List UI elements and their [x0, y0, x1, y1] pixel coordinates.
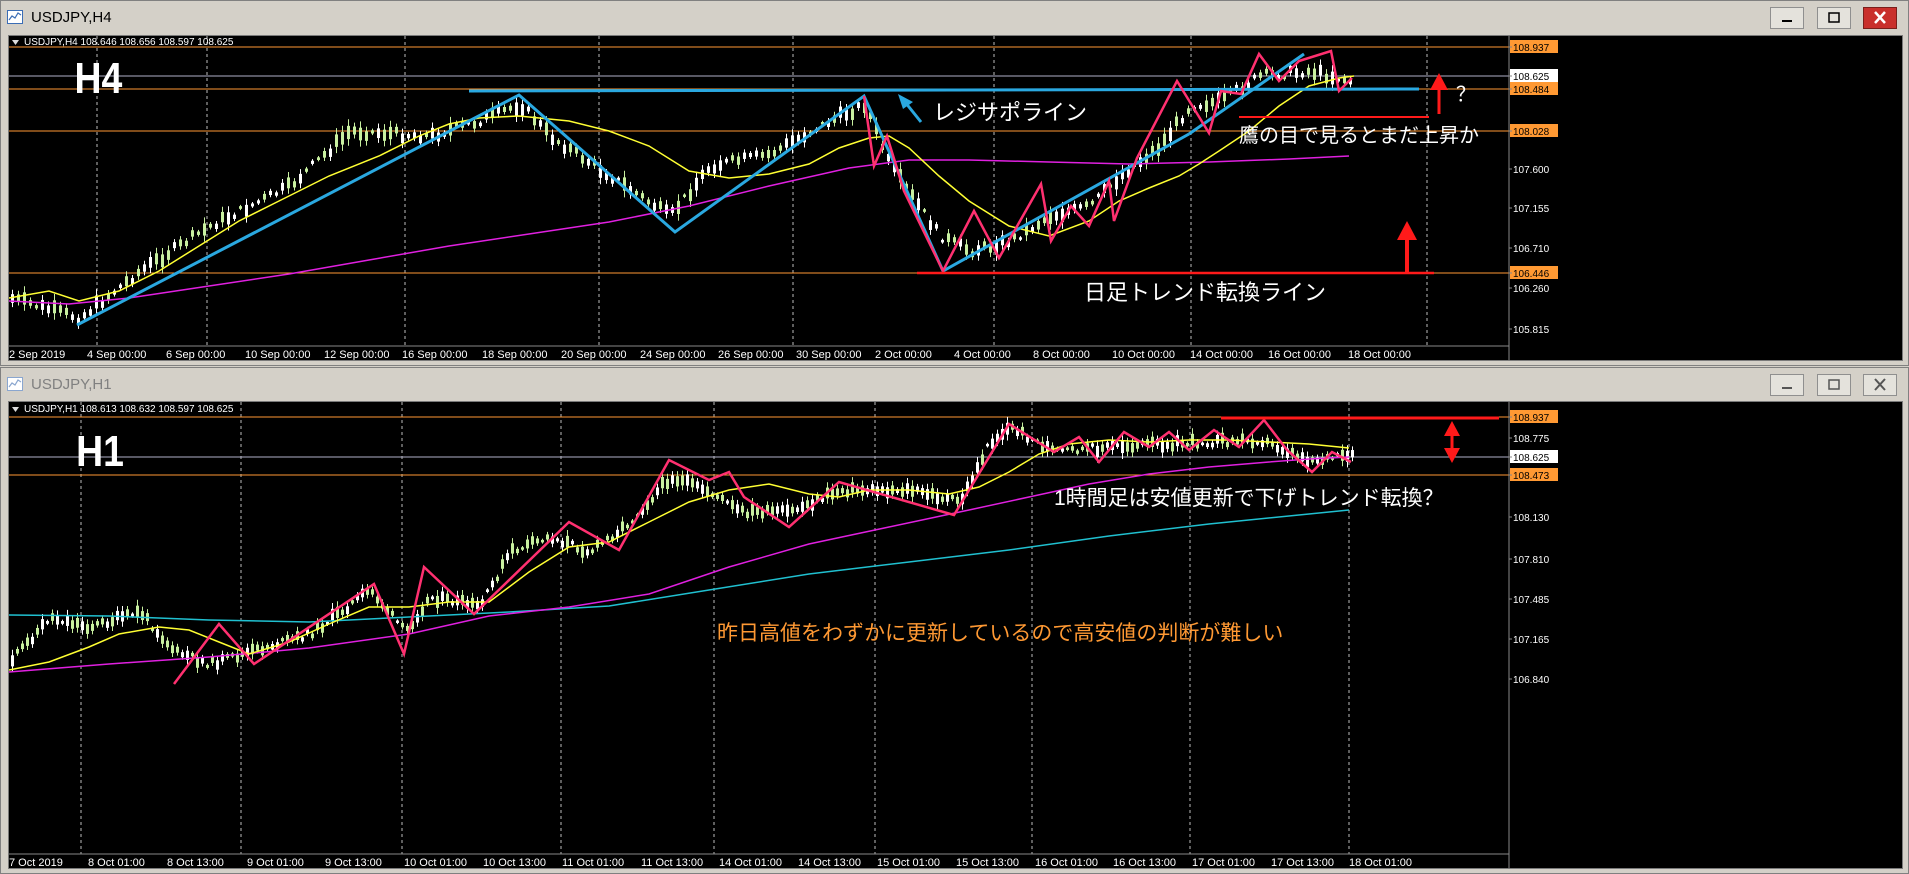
- ma-yellow-line: [8, 75, 1355, 302]
- close-icon: [1874, 11, 1886, 24]
- time-label: 12 Sep 00:00: [324, 349, 389, 360]
- time-label: 18 Oct 00:00: [1348, 349, 1411, 360]
- price-label: 107.155: [1513, 204, 1550, 215]
- daily-trend-line-label: 日足トレンド転換ライン: [1084, 280, 1326, 305]
- time-label: 8 Oct 13:00: [167, 857, 224, 868]
- question-mark: ？: [1456, 84, 1476, 106]
- time-label: 24 Sep 00:00: [640, 349, 705, 360]
- chart-area-h1[interactable]: USDJPY,H1 108.613 108.632 108.597 108.62…: [8, 401, 1903, 869]
- time-label: 17 Oct 01:00: [1192, 857, 1255, 868]
- minimize-icon: [1782, 387, 1792, 389]
- time-label: 8 Oct 00:00: [1033, 349, 1090, 360]
- price-label: 107.165: [1513, 635, 1550, 646]
- price-label: 108.473: [1513, 471, 1550, 482]
- price-label: 106.710: [1513, 244, 1550, 255]
- time-axis: 7 Oct 2019 8 Oct 01:00 8 Oct 13:00 9 Oct 01…: [9, 857, 1412, 869]
- h1-trend-note: 1時間足は安値更新で下げトレンド転換？: [1054, 487, 1444, 510]
- time-label: 4 Oct 00:00: [954, 349, 1011, 360]
- price-label: 108.625: [1513, 453, 1550, 464]
- time-label: 8 Oct 01:00: [88, 857, 145, 868]
- close-button[interactable]: [1863, 374, 1897, 396]
- time-label: 30 Sep 00:00: [796, 349, 861, 360]
- pointer-arrow-icon: [898, 94, 923, 123]
- price-label: 106.840: [1513, 675, 1550, 686]
- time-label: 16 Oct 00:00: [1268, 349, 1331, 360]
- yesterday-high-note: 昨日高値をわずかに更新しているので高安値の判断が難しい: [717, 622, 1283, 645]
- hawk-eye-note: 鷹の目で見るとまだ上昇か: [1239, 124, 1479, 147]
- time-label: 20 Sep 00:00: [561, 349, 626, 360]
- time-label: 15 Oct 01:00: [877, 857, 940, 868]
- time-label: 2 Sep 2019: [9, 349, 65, 360]
- restore-icon: [1828, 12, 1840, 23]
- minimize-button[interactable]: [1770, 374, 1804, 396]
- time-label: 7 Oct 2019: [9, 857, 63, 868]
- price-axis: 108.937 108.775 108.625 108.473 108.130 107.8…: [1509, 410, 1558, 686]
- time-label: 18 Oct 01:00: [1349, 857, 1412, 868]
- price-label: 107.600: [1513, 165, 1550, 176]
- close-button[interactable]: [1863, 7, 1897, 29]
- price-label: 107.485: [1513, 595, 1550, 606]
- chart-window-icon: [7, 10, 23, 24]
- price-label: 108.937: [1513, 413, 1550, 424]
- zigzag-line: [862, 49, 1353, 274]
- title-bar[interactable]: USDJPY,H1: [1, 368, 1908, 402]
- price-label: 106.260: [1513, 284, 1550, 295]
- time-label: 11 Oct 01:00: [562, 857, 624, 868]
- time-label: 14 Oct 01:00: [719, 857, 782, 868]
- timeframe-label: H4: [74, 53, 122, 103]
- price-axis: 108.937 108.625 108.484 108.028 107.600 107.1…: [1509, 40, 1558, 336]
- time-label: 2 Oct 00:00: [875, 349, 932, 360]
- time-label: 4 Sep 00:00: [87, 349, 146, 360]
- time-label: 10 Oct 13:00: [483, 857, 546, 868]
- time-label: 16 Oct 13:00: [1113, 857, 1176, 868]
- ma-cyan-line: [8, 509, 1350, 623]
- window-title: USDJPY,H1: [31, 376, 112, 393]
- time-label: 10 Oct 00:00: [1112, 349, 1175, 360]
- price-label: 108.937: [1513, 43, 1550, 54]
- title-bar[interactable]: USDJPY,H4: [1, 1, 1908, 35]
- price-label: 105.815: [1513, 325, 1550, 336]
- chart-header: USDJPY,H4 108.646 108.656 108.597 108.62…: [24, 37, 234, 48]
- time-label: 18 Sep 00:00: [482, 349, 547, 360]
- price-label: 108.775: [1513, 434, 1550, 445]
- time-label: 6 Sep 00:00: [166, 349, 225, 360]
- time-label: 14 Oct 00:00: [1190, 349, 1253, 360]
- chart-window-h1[interactable]: USDJPY,H1 USDJPY,H1 108.613 108.632 108.…: [0, 367, 1909, 874]
- chart-header: USDJPY,H1 108.613 108.632 108.597 108.62…: [24, 404, 234, 415]
- time-axis: 2 Sep 2019 4 Sep 00:00 6 Sep 00:00 10 Sep 0…: [9, 349, 1411, 361]
- window-title: USDJPY,H4: [31, 9, 112, 26]
- time-label: 26 Sep 00:00: [718, 349, 783, 360]
- price-label: 108.484: [1513, 85, 1550, 96]
- up-arrow-icon: [1397, 221, 1417, 272]
- close-icon: [1874, 378, 1886, 391]
- time-label: 16 Sep 00:00: [402, 349, 467, 360]
- time-label: 17 Oct 13:00: [1271, 857, 1334, 868]
- timeframe-label: H1: [76, 426, 124, 476]
- maximize-button[interactable]: [1817, 7, 1851, 29]
- price-label: 108.130: [1513, 513, 1550, 524]
- minimize-button[interactable]: [1770, 7, 1804, 29]
- maximize-button[interactable]: [1817, 374, 1851, 396]
- time-label: 9 Oct 13:00: [325, 857, 382, 868]
- time-label: 10 Sep 00:00: [245, 349, 310, 360]
- h1-chart-canvas[interactable]: USDJPY,H1 108.613 108.632 108.597 108.62…: [8, 402, 1902, 869]
- time-label: 10 Oct 01:00: [404, 857, 467, 868]
- price-label: 108.625: [1513, 72, 1550, 83]
- chart-area-h4[interactable]: USDJPY,H4 108.646 108.656 108.597 108.62…: [8, 35, 1903, 361]
- up-arrow-icon: [1430, 73, 1448, 114]
- price-label: 106.446: [1513, 269, 1550, 280]
- time-label: 14 Oct 13:00: [798, 857, 861, 868]
- time-label: 9 Oct 01:00: [247, 857, 304, 868]
- time-label: 11 Oct 13:00: [641, 857, 703, 868]
- restore-icon: [1828, 379, 1840, 390]
- price-label: 108.028: [1513, 127, 1550, 138]
- time-label: 15 Oct 13:00: [956, 857, 1019, 868]
- resistance-support-label: レジサポライン: [933, 100, 1087, 125]
- minimize-icon: [1782, 20, 1792, 22]
- chart-window-h4[interactable]: USDJPY,H4 USDJPY,H4 108.646 108.656 108.…: [0, 0, 1909, 366]
- time-label: 16 Oct 01:00: [1035, 857, 1098, 868]
- h4-chart-canvas[interactable]: USDJPY,H4 108.646 108.656 108.597 108.62…: [8, 36, 1902, 361]
- price-label: 107.810: [1513, 555, 1550, 566]
- chart-window-icon: [7, 377, 23, 391]
